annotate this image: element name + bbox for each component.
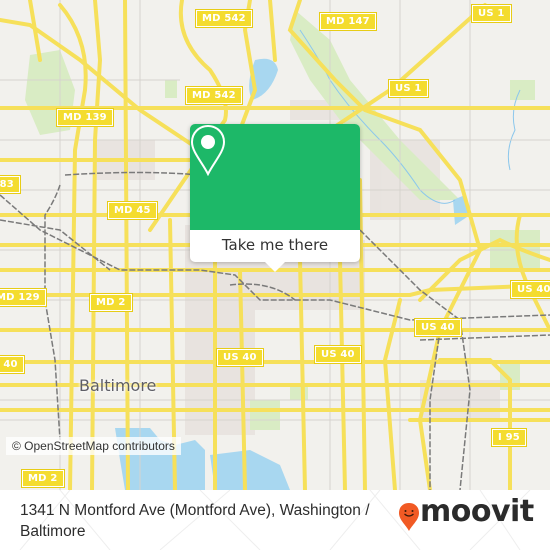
route-shield-md139: MD 139 [56,108,114,127]
route-shield-i95: I 95 [491,428,527,447]
map-attribution[interactable]: © OpenStreetMap contributors [6,437,181,455]
route-shield-md2: MD 2 [89,293,133,312]
route-shield-md147: MD 147 [319,12,377,31]
route-shield-us1: US 1 [471,4,512,23]
moovit-pin-icon [399,503,419,531]
route-shield-us40: US 40 [216,348,264,367]
destination-popup: Take me there [190,124,360,272]
address-text: 1341 N Montford Ave (Montford Ave), Wash… [20,502,370,540]
route-shield-us40: US 40 [314,345,362,364]
city-label-baltimore: Baltimore [79,376,157,395]
moovit-wordmark: moovit [420,494,534,529]
route-shield-md2: MD 2 [21,469,65,488]
moovit-logo[interactable]: moovit [398,494,538,534]
route-shield-md542: MD 542 [185,86,243,105]
route-shield-us1: US 1 [388,79,429,98]
route-shield-md542: MD 542 [195,9,253,28]
route-shield-md129: MD 129 [0,288,47,307]
footer: 1341 N Montford Ave (Montford Ave), Wash… [0,490,550,550]
route-shield-us40: US 40 [510,280,550,299]
route-shield-md45: MD 45 [107,201,158,220]
popup-header [190,124,360,230]
popup-pointer [265,262,285,272]
map[interactable]: MD 542 MD 147 US 1 MD 542 US 1 MD 139 I … [0,0,550,490]
route-shield-us40: US 40 [0,355,25,374]
map-pin-icon [190,124,226,176]
route-shield-us40: US 40 [414,318,462,337]
take-me-there-button[interactable]: Take me there [190,230,360,262]
route-shield-i83: I 83 [0,175,21,194]
